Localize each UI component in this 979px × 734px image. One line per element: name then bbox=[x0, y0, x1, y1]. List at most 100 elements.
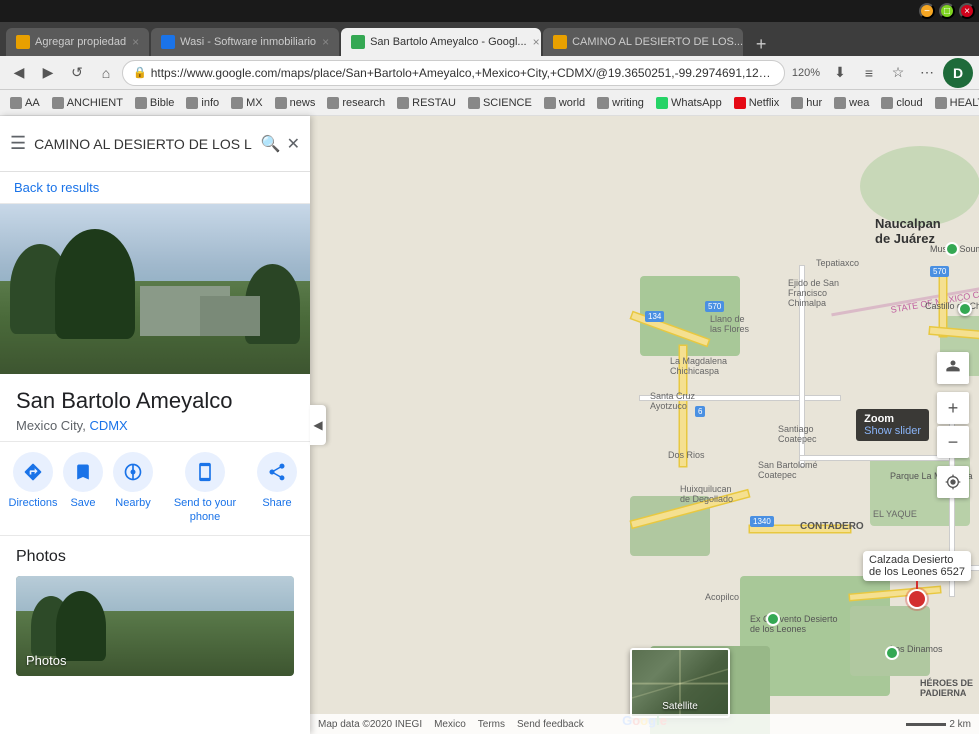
map-controls: + − bbox=[937, 352, 969, 498]
poi-exconvento bbox=[766, 612, 780, 626]
photos-section: Photos Photos bbox=[0, 536, 310, 688]
nearby-icon-circle bbox=[113, 452, 153, 492]
street-view-icon bbox=[943, 358, 963, 378]
save-button[interactable]: Save bbox=[58, 452, 108, 525]
send-to-phone-button[interactable]: Send to your phone bbox=[158, 452, 252, 525]
home-button[interactable]: ⌂ bbox=[93, 60, 119, 86]
bookmark-whatsapp[interactable]: WhatsApp bbox=[652, 97, 726, 109]
browser-tab-4[interactable]: CAMINO AL DESIERTO DE LOS... × bbox=[543, 28, 743, 56]
send-to-phone-icon bbox=[195, 462, 215, 482]
place-city: Mexico City bbox=[16, 418, 82, 433]
bookmark-restau[interactable]: RESTAU bbox=[393, 97, 460, 109]
zoom-tooltip-title: Zoom bbox=[864, 413, 921, 425]
bookmark-netflix[interactable]: Netflix bbox=[730, 97, 784, 109]
map-attribution: Map data ©2020 INEGI Mexico Terms Send f… bbox=[310, 714, 979, 734]
map-terms-link[interactable]: Terms bbox=[478, 719, 505, 730]
road-shield-1340: 1340 bbox=[750, 516, 774, 527]
map-label-huixquilucan: Huixquilucande Degollado bbox=[680, 484, 733, 504]
bookmark-health[interactable]: HEALTH bbox=[931, 97, 979, 109]
photos-grid[interactable]: Photos bbox=[16, 576, 294, 676]
bookmark-bible[interactable]: Bible bbox=[131, 97, 178, 109]
back-to-results-link[interactable]: Back to results bbox=[0, 172, 310, 204]
bookmark-news[interactable]: news bbox=[271, 97, 320, 109]
bookmark-cloud[interactable]: cloud bbox=[877, 97, 926, 109]
user-avatar[interactable]: D bbox=[943, 58, 973, 88]
lock-icon: 🔒 bbox=[133, 66, 147, 79]
map-label-tepatiaxco: Tepatiaxco bbox=[816, 258, 859, 268]
bookmark-world[interactable]: world bbox=[540, 97, 589, 109]
panel-search-icons: 🔍 ✕ bbox=[261, 134, 300, 154]
map-mexico-link[interactable]: Mexico bbox=[434, 719, 466, 730]
clear-icon[interactable]: ✕ bbox=[287, 134, 300, 154]
browser-tab-1[interactable]: Agregar propiedad × bbox=[6, 28, 149, 56]
reader-mode-button[interactable]: ≡ bbox=[856, 60, 882, 86]
bookmark-research[interactable]: research bbox=[323, 97, 389, 109]
bookmark-writing[interactable]: writing bbox=[593, 97, 648, 109]
street-view-button[interactable] bbox=[937, 352, 969, 384]
tab-close-2[interactable]: × bbox=[322, 35, 329, 49]
my-location-button[interactable] bbox=[937, 466, 969, 498]
pin-stem bbox=[916, 581, 918, 589]
pin-dot bbox=[909, 591, 925, 607]
share-button[interactable]: Share bbox=[252, 452, 302, 525]
save-label: Save bbox=[70, 496, 95, 510]
share-icon-circle bbox=[257, 452, 297, 492]
tab-favicon-3 bbox=[351, 35, 365, 49]
road-shield-134: 134 bbox=[645, 311, 664, 322]
directions-icon-circle bbox=[13, 452, 53, 492]
panel-search-input[interactable] bbox=[34, 128, 253, 160]
poi-dinamos bbox=[885, 646, 899, 660]
map-area[interactable]: STATE OF MEXICO CITY 134 6 570 1340 570 … bbox=[310, 116, 979, 734]
hamburger-icon[interactable]: ☰ bbox=[10, 133, 26, 154]
map-label-santiago: SantiagoCoatepec bbox=[778, 424, 817, 444]
forward-button[interactable]: ▶ bbox=[35, 60, 61, 86]
bookmark-hur[interactable]: hur bbox=[787, 97, 826, 109]
bookmarks-bar: AA ANCHIENT Bible info MX news research … bbox=[0, 90, 979, 116]
map-label-acopilco: Acopilco bbox=[705, 592, 739, 602]
place-photo bbox=[0, 204, 310, 374]
bookmark-aa[interactable]: AA bbox=[6, 97, 44, 109]
bookmark-mx[interactable]: MX bbox=[227, 97, 267, 109]
share-label: Share bbox=[262, 496, 291, 510]
road-white-3 bbox=[800, 456, 950, 460]
refresh-button[interactable]: ↺ bbox=[64, 60, 90, 86]
scale-indicator: 2 km bbox=[906, 719, 971, 730]
back-button[interactable]: ◀ bbox=[6, 60, 32, 86]
bookmark-button[interactable]: ☆ bbox=[885, 60, 911, 86]
zoom-out-button[interactable]: − bbox=[937, 426, 969, 458]
panel-search: ☰ 🔍 ✕ bbox=[0, 116, 310, 172]
photos-label: Photos bbox=[26, 653, 66, 668]
bookmark-info[interactable]: info bbox=[182, 97, 223, 109]
map-label-ex-convento: Ex Convento Desiertode los Leones bbox=[750, 614, 838, 634]
road-shield-570: 570 bbox=[930, 266, 949, 277]
browser-tab-3[interactable]: San Bartolo Ameyalco - Googl... × bbox=[341, 28, 541, 56]
search-icon[interactable]: 🔍 bbox=[261, 134, 281, 154]
download-button[interactable]: ⬇ bbox=[827, 60, 853, 86]
menu-button[interactable]: ⋯ bbox=[914, 60, 940, 86]
close-button[interactable]: × bbox=[959, 3, 975, 19]
directions-button[interactable]: Directions bbox=[8, 452, 58, 525]
map-label-sbartolome: San BartoloméCoatepec bbox=[758, 460, 818, 480]
show-slider-link[interactable]: Show slider bbox=[864, 425, 921, 437]
scale-line bbox=[906, 723, 946, 726]
map-feedback-link[interactable]: Send feedback bbox=[517, 719, 584, 730]
minimize-button[interactable]: − bbox=[919, 3, 935, 19]
nearby-button[interactable]: Nearby bbox=[108, 452, 158, 525]
bookmark-science[interactable]: SCIENCE bbox=[464, 97, 536, 109]
url-bar[interactable]: 🔒 https://www.google.com/maps/place/San+… bbox=[122, 60, 785, 86]
maximize-button[interactable]: □ bbox=[939, 3, 955, 19]
tab-close-1[interactable]: × bbox=[132, 35, 139, 49]
zoom-in-button[interactable]: + bbox=[937, 392, 969, 424]
tab-bar: Agregar propiedad × Wasi - Software inmo… bbox=[0, 22, 979, 56]
browser-tab-2[interactable]: Wasi - Software inmobiliario × bbox=[151, 28, 339, 56]
place-cdmx-link[interactable]: CDMX bbox=[89, 418, 127, 433]
bookmark-anchient[interactable]: ANCHIENT bbox=[48, 97, 127, 109]
map-data-text: Map data ©2020 INEGI bbox=[318, 719, 422, 730]
send-to-phone-label: Send to your phone bbox=[158, 496, 252, 525]
tab-close-3[interactable]: × bbox=[533, 35, 540, 49]
new-tab-button[interactable]: + bbox=[749, 32, 773, 56]
nearby-label: Nearby bbox=[115, 496, 150, 510]
save-icon-circle bbox=[63, 452, 103, 492]
satellite-thumbnail[interactable]: Satellite bbox=[630, 648, 730, 718]
bookmark-wea[interactable]: wea bbox=[830, 97, 873, 109]
